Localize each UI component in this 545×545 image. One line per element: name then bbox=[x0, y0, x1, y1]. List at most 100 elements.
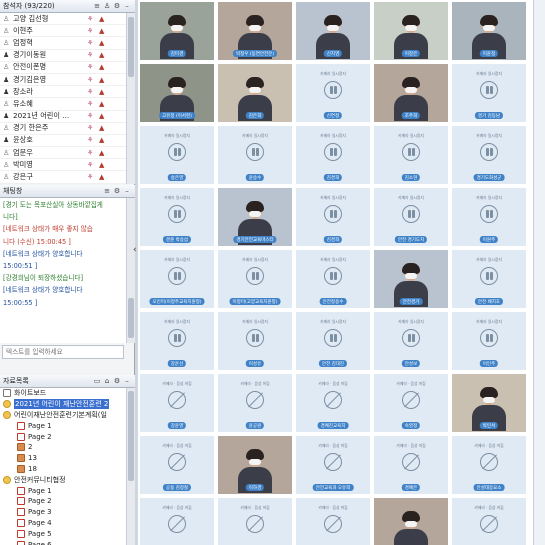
video-tile[interactable]: 카메라 일시정지 이인주 bbox=[451, 311, 527, 371]
camera-icon[interactable]: ▲ bbox=[99, 149, 111, 157]
folder-icon[interactable]: ▭ bbox=[92, 377, 102, 385]
video-tile[interactable]: 카메라 · 음성 꺼짐 공용 김정철 bbox=[139, 435, 215, 495]
microphone-icon[interactable]: ⚘ bbox=[87, 112, 99, 120]
participant-row[interactable]: ♙ 고양 김선형 ⚘ ▲ bbox=[0, 13, 126, 26]
file-tree-item[interactable]: Page 1 bbox=[0, 420, 126, 431]
video-tile[interactable]: 카메라 일시정지 이성유 bbox=[217, 311, 293, 371]
file-tree-item[interactable]: 안전커뮤니티협정 bbox=[0, 474, 126, 485]
participant-row[interactable]: ♙ 강은구 ⚘ ▲ bbox=[0, 171, 126, 184]
camera-icon[interactable]: ▲ bbox=[99, 173, 111, 181]
video-tile[interactable]: 카메라 일시정지 이원주 bbox=[451, 187, 527, 247]
chat-input[interactable] bbox=[2, 345, 124, 359]
file-tree-item[interactable]: 2021년 어린이 재난안전훈련 2 bbox=[0, 399, 126, 410]
video-tile[interactable]: 이하경 bbox=[217, 435, 293, 495]
minimize-icon[interactable]: – bbox=[122, 2, 132, 10]
video-tile[interactable]: 카메라 일시정지 신연정 bbox=[295, 63, 371, 123]
video-tile[interactable]: 카메라 일시정지 송은영 bbox=[139, 125, 215, 185]
microphone-icon[interactable]: ⚘ bbox=[87, 136, 99, 144]
microphone-icon[interactable]: ⚘ bbox=[87, 88, 99, 96]
video-tile[interactable]: 카메라 일시정지 윤승수 bbox=[217, 125, 293, 185]
participant-row[interactable]: ♟ 경기김은영 ⚘ ▲ bbox=[0, 74, 126, 87]
microphone-icon[interactable]: ⚘ bbox=[87, 63, 99, 71]
camera-icon[interactable]: ▲ bbox=[99, 124, 111, 132]
settings-icon[interactable]: ⚙ bbox=[112, 187, 122, 195]
participant-row[interactable]: ♙ 유소혜 ⚘ ▲ bbox=[0, 98, 126, 111]
participant-row[interactable]: ♙ 박미영 ⚘ ▲ bbox=[0, 159, 126, 172]
video-tile[interactable]: 박정우 (동연안전분) bbox=[217, 1, 293, 61]
lock-icon[interactable]: ⌂ bbox=[102, 377, 112, 385]
video-tile[interactable] bbox=[373, 497, 449, 545]
video-tile[interactable]: 카메라 · 음성 꺼짐 안성대응요소 bbox=[451, 435, 527, 495]
video-tile[interactable]: 카메라 · 음성 꺼짐 경예진교육지 bbox=[295, 373, 371, 433]
file-tree-item[interactable]: Page 3 bbox=[0, 507, 126, 518]
microphone-icon[interactable]: ⚘ bbox=[87, 15, 99, 23]
video-tile[interactable]: 카메라 · 음성 꺼짐 bbox=[139, 497, 215, 545]
camera-icon[interactable]: ▲ bbox=[99, 76, 111, 84]
video-tile[interactable]: 이윤정 bbox=[451, 1, 527, 61]
minimize-icon[interactable]: – bbox=[122, 187, 132, 195]
microphone-icon[interactable]: ⚘ bbox=[87, 100, 99, 108]
camera-icon[interactable]: ▲ bbox=[99, 100, 111, 108]
video-tile[interactable]: 카메라 일시정지 김경희 bbox=[295, 187, 371, 247]
video-tile[interactable]: 조주희 bbox=[373, 63, 449, 123]
participant-row[interactable]: ♙ 엄정혁 ⚘ ▲ bbox=[0, 37, 126, 50]
file-tree-item[interactable]: Page 6 bbox=[0, 539, 126, 545]
files-scrollbar[interactable] bbox=[126, 388, 135, 545]
camera-icon[interactable]: ▲ bbox=[99, 15, 111, 23]
person-icon[interactable]: ♙ bbox=[102, 2, 112, 10]
microphone-icon[interactable]: ⚘ bbox=[87, 76, 99, 84]
video-tile[interactable]: 카메라 일시정지 안성보 bbox=[373, 311, 449, 371]
file-tree-item[interactable]: 화이트보드 bbox=[0, 388, 126, 399]
video-tile[interactable]: 카메라 · 음성 꺼짐 안전교육과 오유희 bbox=[295, 435, 371, 495]
camera-icon[interactable]: ▲ bbox=[99, 51, 111, 59]
video-tile[interactable]: 김은희 bbox=[217, 63, 293, 123]
video-tile[interactable]: 카메라 · 음성 꺼짐 강윤영 bbox=[139, 373, 215, 433]
participant-scrollbar[interactable] bbox=[126, 13, 135, 184]
video-tile[interactable]: 카메라 · 음성 꺼짐 bbox=[295, 497, 371, 545]
video-tile[interactable]: 카메라 일시정지 김소현 bbox=[373, 125, 449, 185]
scrollbar-thumb[interactable] bbox=[128, 17, 134, 77]
participant-row[interactable]: ♟ 경기이동원 ⚘ ▲ bbox=[0, 50, 126, 62]
video-tile[interactable]: 카메라 일시정지 이정미(고양교육지원청) bbox=[217, 249, 293, 309]
microphone-icon[interactable]: ⚘ bbox=[87, 27, 99, 35]
participant-row[interactable]: ♟ 윤상호 ⚘ ▲ bbox=[0, 135, 126, 148]
video-tile[interactable]: 카메라 일시정지 안전 경기도지 bbox=[373, 187, 449, 247]
microphone-icon[interactable]: ⚘ bbox=[87, 39, 99, 47]
file-tree-item[interactable]: Page 2 bbox=[0, 496, 126, 507]
minimize-icon[interactable]: – bbox=[122, 377, 132, 385]
camera-icon[interactable]: ▲ bbox=[99, 161, 111, 169]
video-tile[interactable]: 카메라 일시정지 김경희 bbox=[295, 125, 371, 185]
camera-icon[interactable]: ▲ bbox=[99, 27, 111, 35]
file-tree-item[interactable]: 18 bbox=[0, 464, 126, 475]
video-tile[interactable]: 카메라 · 음성 꺼짐 경예은 bbox=[373, 435, 449, 495]
microphone-icon[interactable]: ⚘ bbox=[87, 161, 99, 169]
file-tree-item[interactable]: Page 4 bbox=[0, 518, 126, 529]
microphone-icon[interactable]: ⚘ bbox=[87, 124, 99, 132]
camera-icon[interactable]: ▲ bbox=[99, 88, 111, 96]
participant-row[interactable]: ♙ 이현주 ⚘ ▲ bbox=[0, 25, 126, 38]
participant-row[interactable]: ♙ 안전이폰명 ⚘ ▲ bbox=[0, 62, 126, 74]
microphone-icon[interactable]: ⚘ bbox=[87, 149, 99, 157]
file-tree-item[interactable]: 13 bbox=[0, 453, 126, 464]
video-tile[interactable]: 안전경기 bbox=[373, 249, 449, 309]
video-tile[interactable]: 신지영 bbox=[295, 1, 371, 61]
video-tile[interactable]: 카메라 · 음성 꺼짐 숙영정 bbox=[373, 373, 449, 433]
video-tile[interactable]: 카메라 일시정지 안전정용수 bbox=[295, 249, 371, 309]
file-tree-item[interactable]: 2 bbox=[0, 442, 126, 453]
settings-icon[interactable]: ⚙ bbox=[112, 2, 122, 10]
participant-row[interactable]: ♙ 경기 한은주 ⚘ ▲ bbox=[0, 123, 126, 135]
scrollbar-thumb[interactable] bbox=[128, 298, 134, 338]
camera-icon[interactable]: ▲ bbox=[99, 63, 111, 71]
camera-icon[interactable]: ▲ bbox=[99, 136, 111, 144]
microphone-icon[interactable]: ⚘ bbox=[87, 51, 99, 59]
video-grid-scrollbar[interactable] bbox=[533, 0, 545, 545]
video-tile[interactable]: 카메라 · 음성 꺼짐 윤공원 bbox=[217, 373, 293, 433]
microphone-icon[interactable]: ⚘ bbox=[87, 173, 99, 181]
participant-row[interactable]: ♙ 엄문우 ⚘ ▲ bbox=[0, 147, 126, 160]
video-tile[interactable]: 카메라 일시정지 안전 배지호 bbox=[451, 249, 527, 309]
scrollbar-thumb[interactable] bbox=[128, 391, 134, 481]
video-tile[interactable]: 카메라 · 음성 꺼짐 bbox=[217, 497, 293, 545]
list-icon[interactable]: ≡ bbox=[102, 187, 112, 195]
video-tile[interactable]: 카메라 일시정지 안전 김대진 bbox=[295, 311, 371, 371]
list-icon[interactable]: ≡ bbox=[92, 2, 102, 10]
